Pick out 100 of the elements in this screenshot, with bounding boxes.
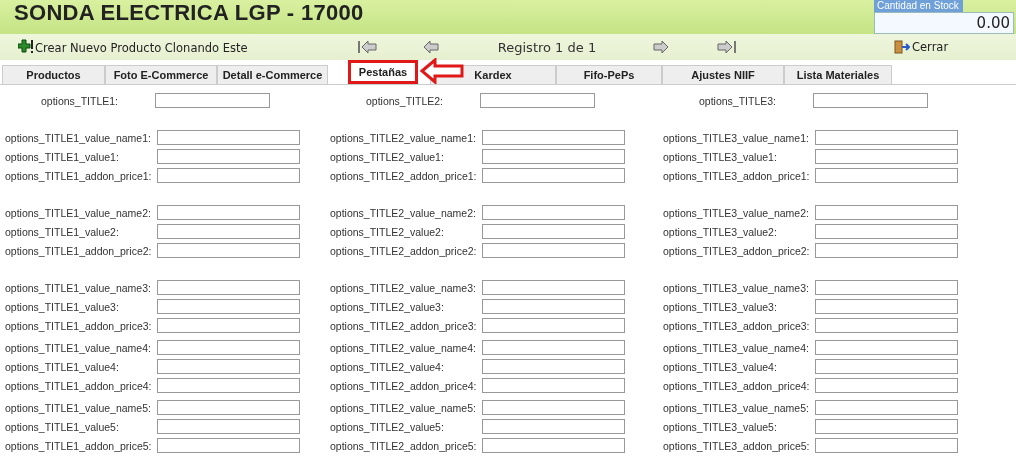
input-field[interactable] bbox=[815, 318, 958, 333]
add-icon[interactable] bbox=[18, 39, 34, 55]
input-field[interactable] bbox=[815, 280, 958, 295]
field-label: options_TITLE1_value3: bbox=[5, 300, 120, 313]
input-field[interactable] bbox=[157, 340, 300, 355]
input-field[interactable] bbox=[482, 419, 625, 434]
field-label: options_TITLE2: bbox=[364, 94, 444, 107]
last-record-icon[interactable] bbox=[716, 40, 736, 54]
product-title: SONDA ELECTRICA LGP - 17000 bbox=[14, 0, 364, 27]
field-label: options_TITLE2_value_name1: bbox=[330, 131, 477, 144]
field-label: options_TITLE1_value5: bbox=[5, 420, 120, 433]
input-field[interactable] bbox=[815, 438, 958, 453]
field-label: options_TITLE1_value_name5: bbox=[5, 401, 152, 414]
input-field[interactable] bbox=[815, 205, 958, 220]
input-field[interactable] bbox=[815, 378, 958, 393]
input-field[interactable] bbox=[482, 359, 625, 374]
input-field[interactable] bbox=[482, 340, 625, 355]
field-label: options_TITLE2_value_name4: bbox=[330, 341, 477, 354]
field-label: options_TITLE3_value_name2: bbox=[663, 206, 810, 219]
input-field[interactable] bbox=[157, 243, 300, 258]
input-field[interactable] bbox=[157, 438, 300, 453]
input-field[interactable] bbox=[815, 130, 958, 145]
input-field[interactable] bbox=[813, 93, 928, 108]
input-field[interactable] bbox=[157, 318, 300, 333]
tab[interactable]: Fifo-PePs bbox=[556, 65, 662, 84]
input-field[interactable] bbox=[157, 224, 300, 239]
field-label: options_TITLE2_value_name2: bbox=[330, 206, 477, 219]
tab[interactable]: Productos bbox=[2, 65, 105, 84]
input-field[interactable] bbox=[157, 378, 300, 393]
field-label: options_TITLE2_value_name5: bbox=[330, 401, 477, 414]
field-label: options_TITLE1_value4: bbox=[5, 360, 120, 373]
tab[interactable]: Lista Materiales bbox=[784, 65, 892, 84]
input-field[interactable] bbox=[482, 299, 625, 314]
input-field[interactable] bbox=[480, 93, 595, 108]
input-field[interactable] bbox=[482, 438, 625, 453]
input-field[interactable] bbox=[815, 224, 958, 239]
tab[interactable]: Ajustes NIIF bbox=[662, 65, 784, 84]
previous-record-icon[interactable] bbox=[422, 40, 442, 54]
input-field[interactable] bbox=[157, 280, 300, 295]
input-field[interactable] bbox=[157, 205, 300, 220]
field-label: options_TITLE1_addon_price2: bbox=[5, 244, 153, 257]
field-label: options_TITLE2_value1: bbox=[330, 150, 445, 163]
input-field[interactable] bbox=[482, 243, 625, 258]
field-label: options_TITLE3_addon_price5: bbox=[663, 439, 811, 452]
field-label: options_TITLE3: bbox=[697, 94, 777, 107]
input-field[interactable] bbox=[157, 419, 300, 434]
input-field[interactable] bbox=[157, 400, 300, 415]
input-field[interactable] bbox=[157, 130, 300, 145]
field-label: options_TITLE2_value4: bbox=[330, 360, 445, 373]
input-field[interactable] bbox=[157, 149, 300, 164]
input-field[interactable] bbox=[815, 299, 958, 314]
input-field[interactable] bbox=[482, 280, 625, 295]
field-label: options_TITLE2_value2: bbox=[330, 225, 445, 238]
exit-door-icon[interactable] bbox=[894, 40, 910, 54]
input-field[interactable] bbox=[815, 359, 958, 374]
input-field[interactable] bbox=[815, 243, 958, 258]
record-counter: Registro 1 de 1 bbox=[496, 39, 598, 55]
field-label: options_TITLE3_value_name1: bbox=[663, 131, 810, 144]
tab[interactable]: Foto E-Commerce bbox=[105, 65, 217, 84]
input-field[interactable] bbox=[482, 400, 625, 415]
field-label: options_TITLE2_addon_price3: bbox=[330, 319, 478, 332]
field-label: options_TITLE3_value2: bbox=[663, 225, 778, 238]
field-label: options_TITLE1_value1: bbox=[5, 150, 120, 163]
close-link[interactable]: Cerrar bbox=[912, 40, 949, 54]
field-label: options_TITLE3_addon_price2: bbox=[663, 244, 811, 257]
input-field[interactable] bbox=[157, 359, 300, 374]
field-label: options_TITLE1_addon_price3: bbox=[5, 319, 153, 332]
field-label: options_TITLE3_addon_price4: bbox=[663, 379, 811, 392]
input-field[interactable] bbox=[482, 205, 625, 220]
field-label: options_TITLE3_addon_price3: bbox=[663, 319, 811, 332]
stock-field: 0.00 bbox=[874, 12, 1014, 34]
input-field[interactable] bbox=[482, 318, 625, 333]
input-field[interactable] bbox=[482, 378, 625, 393]
field-label: options_TITLE2_value5: bbox=[330, 420, 445, 433]
field-label: options_TITLE1_addon_price1: bbox=[5, 169, 153, 182]
input-field[interactable] bbox=[482, 130, 625, 145]
input-field[interactable] bbox=[815, 149, 958, 164]
field-label: options_TITLE3_value_name5: bbox=[663, 401, 810, 414]
tab[interactable]: Pestañas bbox=[348, 60, 418, 84]
input-field[interactable] bbox=[482, 149, 625, 164]
field-label: options_TITLE1_value_name4: bbox=[5, 341, 152, 354]
field-label: options_TITLE3_value1: bbox=[663, 150, 778, 163]
input-field[interactable] bbox=[815, 168, 958, 183]
field-label: options_TITLE2_value_name3: bbox=[330, 281, 477, 294]
field-label: options_TITLE3_value_name4: bbox=[663, 341, 810, 354]
tab[interactable]: Detall e-Commerce bbox=[217, 65, 328, 84]
field-label: options_TITLE1_value_name2: bbox=[5, 206, 152, 219]
input-field[interactable] bbox=[482, 168, 625, 183]
input-field[interactable] bbox=[482, 224, 625, 239]
input-field[interactable] bbox=[157, 299, 300, 314]
field-label: options_TITLE3_value4: bbox=[663, 360, 778, 373]
clone-product-link[interactable]: Crear Nuevo Producto Clonando Este bbox=[35, 41, 248, 55]
field-label: options_TITLE2_addon_price4: bbox=[330, 379, 478, 392]
input-field[interactable] bbox=[155, 93, 270, 108]
input-field[interactable] bbox=[815, 419, 958, 434]
input-field[interactable] bbox=[815, 400, 958, 415]
first-record-icon[interactable] bbox=[358, 40, 378, 54]
field-label: options_TITLE3_addon_price1: bbox=[663, 169, 811, 182]
input-field[interactable] bbox=[157, 168, 300, 183]
input-field[interactable] bbox=[815, 340, 958, 355]
